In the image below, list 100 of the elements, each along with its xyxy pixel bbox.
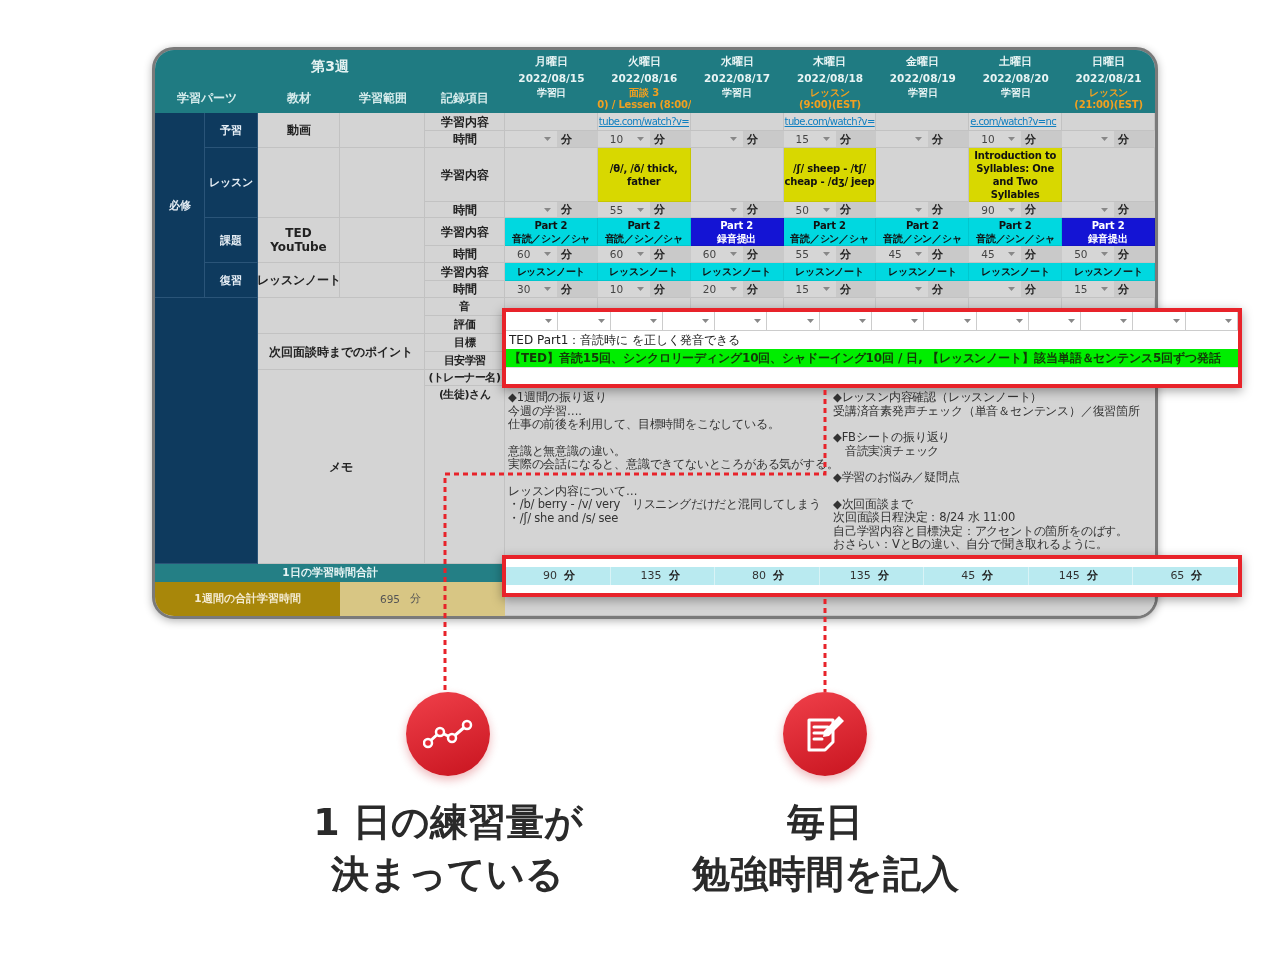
rating-dropdown[interactable] — [924, 312, 977, 330]
rating-dropdown[interactable] — [976, 312, 1029, 330]
caret-icon — [729, 287, 737, 291]
caret-icon — [822, 287, 830, 291]
table-cell: レッスンノート — [690, 263, 784, 281]
rating-dropdown[interactable] — [1081, 312, 1134, 330]
caret-icon — [1068, 319, 1076, 323]
unit-label: 分 — [742, 202, 784, 217]
rating-dropdown[interactable] — [1133, 312, 1186, 330]
table-cell: レッスンノート — [969, 263, 1063, 281]
rating-dropdown[interactable] — [662, 312, 716, 330]
row-label: 目安学習 — [425, 352, 505, 370]
memo-text: ◆レッスン内容確認（レッスンノート） 受講済音素発声チェック（単音＆センテンス）／復習箇所 — [833, 391, 1141, 418]
caret-icon — [915, 287, 923, 291]
caret-icon — [915, 252, 923, 256]
weekly-total-label: 1週間の合計学習時間 — [155, 582, 340, 616]
row-label: 目標 — [425, 334, 505, 352]
caret-icon — [911, 319, 919, 323]
caret-icon — [1225, 319, 1232, 323]
unit-label: 分 — [649, 131, 691, 147]
row-label: 時間 — [425, 202, 505, 218]
weekday-label: 金曜日 — [906, 55, 940, 69]
memo-text: ◆次回面談まで 次回面談日程決定：8/24 水 11:00 自己学習内容と目標決定：アクセントの箇所をのばす。 おさらい：VとBの違い、自分で聞き取れるように。 — [833, 497, 1129, 552]
unit-label: 分 — [1190, 568, 1204, 584]
unit-label: 分 — [1114, 281, 1155, 297]
unit-label: 分 — [667, 568, 681, 584]
line-chart-icon — [423, 719, 473, 749]
material-label: 動画 — [258, 113, 340, 148]
rating-dropdown[interactable] — [1185, 312, 1238, 330]
rating-dropdown[interactable] — [610, 312, 663, 330]
unit-label: 分 — [876, 568, 890, 584]
caret-icon — [636, 207, 644, 212]
memo-text: ◆FBシートの振り返り 音読実演チェック — [833, 431, 952, 458]
column-header: 学習パーツ — [155, 83, 258, 113]
unit-label: 分 — [928, 202, 970, 217]
rating-dropdown[interactable] — [558, 312, 611, 330]
unit-label: 分 — [1021, 202, 1063, 217]
rating-dropdown[interactable] — [819, 312, 872, 330]
caret-icon — [729, 207, 737, 212]
row-label: (トレーナー名) — [425, 370, 505, 386]
column-header: 教材 — [258, 83, 340, 113]
caret-icon — [729, 252, 737, 256]
unit-label: 分 — [557, 246, 598, 262]
study-plan-text: 【TED】音読15回、シンクロリーディング10回、シャドーイング10回 / 日, 【レッスンノート】該当単語＆センテンス5回ずつ発話 — [506, 349, 1238, 367]
caret-icon — [822, 207, 830, 212]
status-label: 学習日 — [722, 87, 752, 99]
rating-dropdown[interactable] — [872, 312, 925, 330]
unit-label: 分 — [742, 246, 784, 262]
unit-label: 分 — [835, 246, 877, 262]
weekday-label: 月曜日 — [534, 55, 568, 69]
row-label: 学習内容 — [425, 263, 505, 281]
unit-label: 分 — [1021, 281, 1063, 297]
caret-icon — [729, 137, 737, 141]
unit-label: 分 — [1114, 246, 1155, 262]
table-cell: Part 2 音読／シン／シャ — [505, 218, 598, 246]
caret-icon — [859, 319, 866, 323]
caret-icon — [1008, 287, 1016, 291]
row-label: 学習内容 — [425, 218, 505, 246]
weekday-label: 土曜日 — [999, 55, 1033, 69]
memo-label: メモ — [258, 370, 425, 564]
unit-label: 分 — [1021, 246, 1063, 262]
unit-label: 分 — [649, 246, 691, 262]
unit-label: 分 — [835, 202, 877, 217]
daily-total-value: 135 — [639, 568, 663, 584]
unit-label: 分 — [835, 281, 877, 297]
row-label: 時間 — [425, 246, 505, 263]
unit-label: 分 — [557, 131, 598, 147]
goal-text: TED Part1：音読時に を正しく発音できる — [508, 331, 742, 349]
unit-label: 分 — [928, 131, 970, 147]
daily-total-value: 65 — [1169, 568, 1186, 584]
rating-dropdown[interactable] — [715, 312, 768, 330]
part-label: 課題 — [205, 218, 258, 263]
daily-total-value: 135 — [848, 568, 872, 584]
table-cell: /θ/, /ð/ thick, father — [597, 148, 691, 202]
caret-icon — [597, 319, 605, 323]
row-label: 学習内容 — [425, 113, 505, 131]
rating-dropdown[interactable] — [1028, 312, 1082, 330]
status-label: レッスン (9:00)(EST) — [799, 87, 861, 111]
table-cell: Part 2 音読／シン／シャ — [876, 218, 970, 246]
column-header: 学習範囲 — [340, 83, 425, 113]
unit-label: 分 — [410, 592, 421, 606]
caret-icon — [1101, 252, 1109, 256]
table-cell: Part 2 音読／シン／シャ — [597, 218, 691, 246]
table-cell: レッスンノート — [597, 263, 691, 281]
unit-label: 分 — [557, 202, 598, 217]
caret-icon — [1015, 319, 1023, 323]
caret-icon — [1008, 137, 1016, 141]
weekday-label: 日曜日 — [1092, 55, 1126, 69]
caret-icon — [822, 137, 830, 141]
unit-label: 分 — [928, 281, 970, 297]
caret-icon — [636, 252, 644, 256]
status-label: 面談 3 0) / Lessen (8:00/ — [597, 87, 692, 111]
rating-dropdown[interactable] — [767, 312, 820, 330]
memo-text: レッスン内容について… ・/b/ berry - /v/ very リスニングだけだと混同してしまう ・/ʃ/ she and /s/ see — [508, 484, 822, 525]
unit-label: 分 — [1085, 568, 1099, 584]
table-cell: Part 2 音読／シン／シャ — [969, 218, 1063, 246]
unit-label: 分 — [562, 568, 576, 584]
rating-dropdown[interactable] — [506, 312, 559, 330]
daily-total-value: 45 — [960, 568, 977, 584]
caret-icon — [636, 137, 644, 141]
